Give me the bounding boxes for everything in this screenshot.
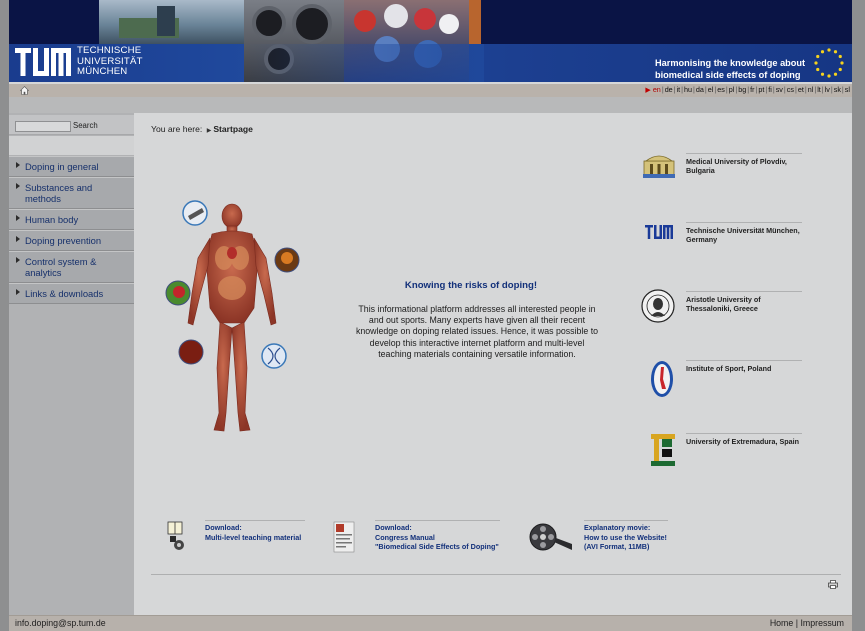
- triangle-right-icon: [16, 215, 20, 221]
- breadcrumb-arrow-icon: ▶: [206, 128, 212, 134]
- search-button[interactable]: Search: [73, 121, 98, 130]
- banner-photo-stadium: [99, 0, 244, 44]
- language-link-et[interactable]: et: [798, 85, 804, 94]
- language-separator: |: [747, 85, 750, 94]
- language-link-en[interactable]: en: [653, 85, 661, 94]
- sidebar-item-human-body[interactable]: Human body: [9, 209, 134, 230]
- language-separator: |: [794, 85, 797, 94]
- university-name: TECHNISCHE UNIVERSITÄT MÜNCHEN: [77, 45, 143, 77]
- tum-logo[interactable]: [15, 46, 71, 78]
- language-separator: |: [765, 85, 768, 94]
- language-selector: ▶ en|de|it|hu|da|el|es|pl|bg|fr|pt|fi|sv|…: [645, 85, 850, 94]
- language-link-hu[interactable]: hu: [684, 85, 692, 94]
- footer-separator: |: [795, 618, 799, 628]
- print-icon[interactable]: [828, 580, 838, 589]
- sidebar-item-links-downloads[interactable]: Links & downloads: [9, 283, 134, 304]
- language-link-pl[interactable]: pl: [729, 85, 735, 94]
- tum-logo-icon[interactable]: [644, 224, 674, 240]
- footer-impressum-link[interactable]: Impressum: [800, 618, 844, 628]
- sidebar-item-doping-in-general[interactable]: Doping in general: [9, 156, 134, 177]
- human-anatomy-image[interactable]: [162, 198, 302, 443]
- eu-star: [814, 61, 818, 65]
- language-link-lv[interactable]: lv: [825, 85, 830, 94]
- eu-star: [833, 50, 838, 54]
- language-link-da[interactable]: da: [696, 85, 704, 94]
- language-link-sl[interactable]: sl: [845, 85, 850, 94]
- language-link-cs[interactable]: cs: [787, 85, 794, 94]
- language-link-pt[interactable]: pt: [758, 85, 764, 94]
- eu-star: [833, 72, 838, 76]
- language-separator: |: [830, 85, 833, 94]
- eu-star: [820, 72, 825, 76]
- triangle-right-icon: [16, 236, 20, 242]
- footer-links: Home | Impressum: [770, 618, 844, 628]
- language-separator: |: [673, 85, 676, 94]
- main-content: You are here: ▶ Startpage Knowing the ri…: [134, 113, 852, 615]
- intro-title: Knowing the risks of doping!: [404, 280, 538, 291]
- extremadura-logo-icon[interactable]: [650, 432, 676, 468]
- eu-flag-icon: [814, 48, 844, 78]
- language-separator: |: [783, 85, 786, 94]
- language-separator: |: [772, 85, 775, 94]
- sidebar-item-substances-and-methods[interactable]: Substances and methods: [9, 177, 134, 209]
- home-icon[interactable]: [20, 86, 29, 95]
- triangle-right-icon: [16, 289, 20, 295]
- institute-sport-icon[interactable]: [649, 359, 675, 399]
- language-link-it[interactable]: it: [677, 85, 681, 94]
- language-separator: |: [704, 85, 707, 94]
- eu-star: [827, 74, 831, 78]
- search-input[interactable]: [15, 121, 71, 132]
- language-separator: |: [841, 85, 844, 94]
- eu-star: [838, 54, 842, 59]
- language-link-el[interactable]: el: [708, 85, 714, 94]
- footer: info.doping@sp.tum.de Home | Impressum: [9, 615, 852, 631]
- language-link-bg[interactable]: bg: [738, 85, 746, 94]
- eu-star: [840, 61, 844, 65]
- language-separator: |: [804, 85, 807, 94]
- language-link-de[interactable]: de: [665, 85, 673, 94]
- language-link-es[interactable]: es: [717, 85, 725, 94]
- site-tagline: Harmonising the knowledge about biomedic…: [655, 58, 806, 80]
- language-separator: |: [814, 85, 817, 94]
- language-separator: |: [681, 85, 684, 94]
- eu-star: [827, 48, 831, 52]
- footer-home-link[interactable]: Home: [770, 618, 793, 628]
- page-frame: TECHNISCHE UNIVERSITÄT MÜNCHEN Harmonisi…: [9, 0, 852, 631]
- header-banner: TECHNISCHE UNIVERSITÄT MÜNCHEN Harmonisi…: [9, 0, 852, 82]
- contact-email-link[interactable]: info.doping@sp.tum.de: [15, 618, 106, 628]
- sidebar: Search Doping in general Substances and …: [9, 113, 134, 615]
- language-separator: |: [725, 85, 728, 94]
- breadcrumb: You are here: ▶ Startpage: [151, 124, 253, 134]
- language-link-fr[interactable]: fr: [750, 85, 754, 94]
- eu-star: [816, 54, 820, 59]
- language-separator: |: [821, 85, 824, 94]
- triangle-right-icon: [16, 183, 20, 189]
- manual-document-icon[interactable]: [332, 521, 356, 553]
- language-link-lt[interactable]: lt: [817, 85, 821, 94]
- intro-text: This informational platform addresses al…: [355, 304, 599, 359]
- language-separator: |: [661, 85, 664, 94]
- triangle-right-icon: [16, 162, 20, 168]
- eu-star: [820, 50, 825, 54]
- aristotle-seal-icon[interactable]: [641, 289, 675, 323]
- sidebar-item-control-system[interactable]: Control system & analytics: [9, 251, 134, 283]
- language-link-sv[interactable]: sv: [776, 85, 783, 94]
- main-navigation: Doping in general Substances and methods…: [9, 156, 134, 304]
- language-link-sk[interactable]: sk: [834, 85, 841, 94]
- language-link-nl[interactable]: nl: [808, 85, 814, 94]
- language-separator: |: [735, 85, 738, 94]
- eu-star: [838, 67, 842, 72]
- language-link-fi[interactable]: fi: [768, 85, 772, 94]
- language-separator: |: [693, 85, 695, 94]
- teaching-material-icon[interactable]: [167, 520, 185, 552]
- language-bar: ▶ en|de|it|hu|da|el|es|pl|bg|fr|pt|fi|sv|…: [9, 84, 852, 97]
- sidebar-item-doping-prevention[interactable]: Doping prevention: [9, 230, 134, 251]
- active-language-arrow-icon: ▶: [645, 87, 651, 94]
- plovdiv-seal-icon[interactable]: [642, 153, 676, 179]
- language-separator: |: [714, 85, 717, 94]
- triangle-right-icon: [16, 257, 20, 263]
- film-reel-icon[interactable]: [528, 522, 574, 552]
- eu-star: [816, 67, 820, 72]
- search-form: Search: [9, 115, 134, 135]
